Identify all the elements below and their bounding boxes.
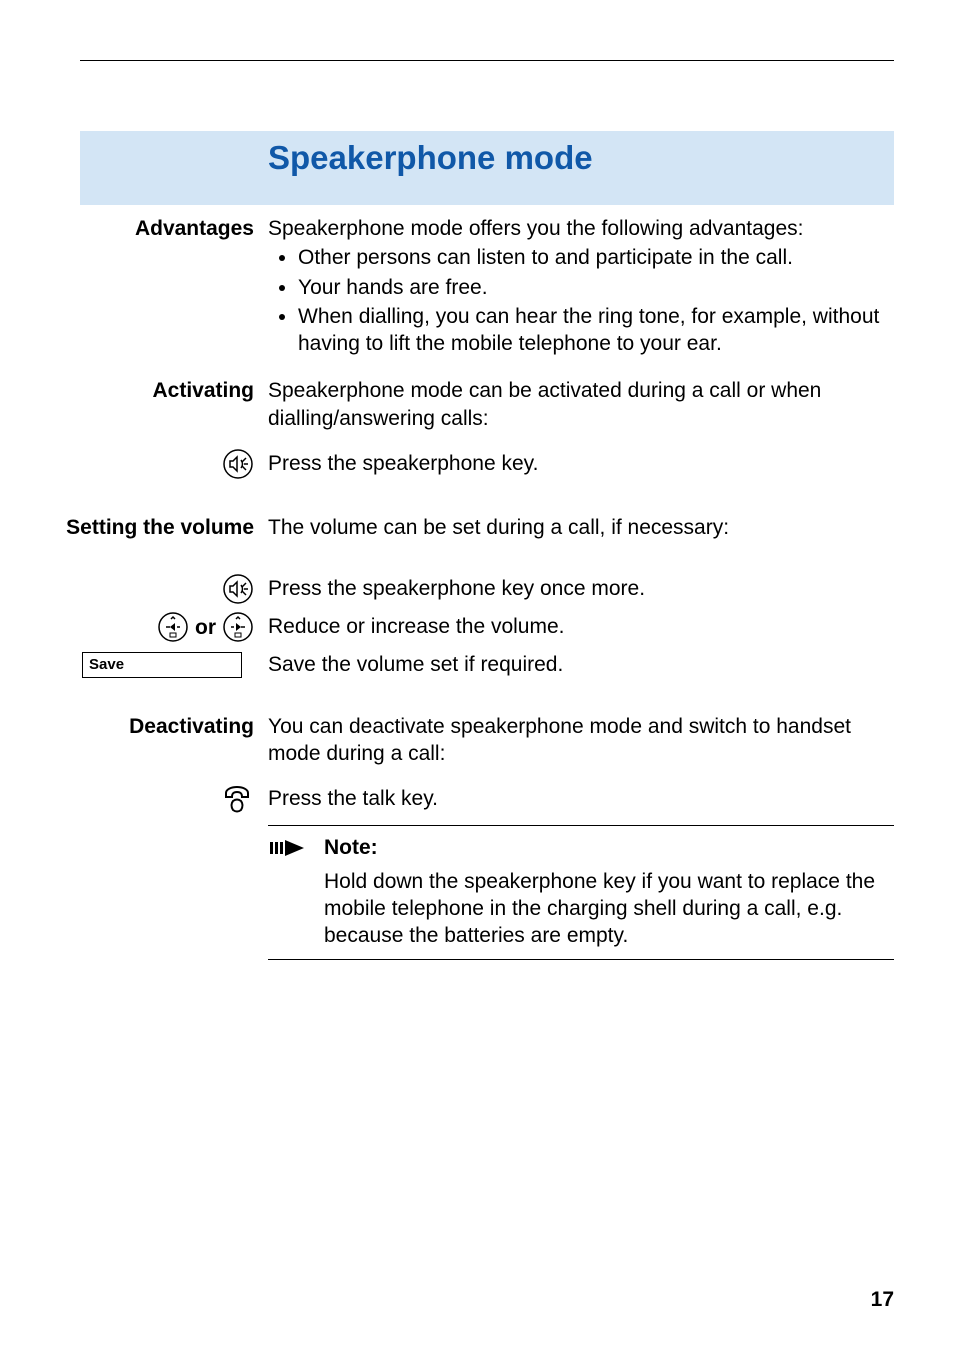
page-number: 17 <box>871 1288 894 1312</box>
advantages-item: When dialling, you can hear the ring ton… <box>298 303 894 358</box>
manual-page: Speakerphone mode Advantages Speakerphon… <box>0 0 954 1352</box>
advantages-item: Your hands are free. <box>298 274 894 301</box>
speaker-key-row-2: Press the speakerphone key once more. <box>0 573 894 605</box>
note-content: Note: Hold down the speakerphone key if … <box>324 834 894 949</box>
press-speaker-again-text: Press the speakerphone key once more. <box>268 573 894 602</box>
deactivating-label: Deactivating <box>0 711 268 740</box>
talk-key-row: Press the talk key. <box>0 783 894 817</box>
or-label: or <box>195 614 216 641</box>
setting-volume-row: Setting the volume The volume can be set… <box>0 512 894 541</box>
note-block: Note: Hold down the speakerphone key if … <box>268 825 894 960</box>
advantages-list: Other persons can listen to and particip… <box>268 244 894 357</box>
speakerphone-icon <box>222 573 254 605</box>
advantages-intro: Speakerphone mode offers you the followi… <box>268 217 803 240</box>
speaker-icon-cell <box>0 448 268 480</box>
deactivating-text: You can deactivate speakerphone mode and… <box>268 711 894 768</box>
save-row: Save Save the volume set if required. <box>0 649 894 678</box>
top-rule <box>80 60 894 61</box>
speakerphone-icon <box>222 448 254 480</box>
setting-volume-text: The volume can be set during a call, if … <box>268 512 894 541</box>
note-bottom-rule <box>268 959 894 960</box>
talk-icon-cell <box>0 783 268 817</box>
page-title: Speakerphone mode <box>268 139 894 177</box>
save-text: Save the volume set if required. <box>268 649 894 678</box>
press-talk-text: Press the talk key. <box>268 783 894 812</box>
advantages-item: Other persons can listen to and particip… <box>298 244 894 271</box>
save-softkey: Save <box>82 652 242 678</box>
press-speaker-text: Press the speakerphone key. <box>268 448 894 477</box>
heading-background: Speakerphone mode <box>80 131 894 205</box>
advantages-content: Speakerphone mode offers you the followi… <box>268 213 894 359</box>
deactivating-row: Deactivating You can deactivate speakerp… <box>0 711 894 768</box>
speaker-key-row: Press the speakerphone key. <box>0 448 894 480</box>
save-key-cell: Save <box>0 649 268 678</box>
nav-right-icon <box>222 611 254 643</box>
activating-label: Activating <box>0 375 268 404</box>
talk-key-icon <box>220 783 254 817</box>
nav-left-icon <box>157 611 189 643</box>
activating-row: Activating Speakerphone mode can be acti… <box>0 375 894 432</box>
advantages-row: Advantages Speakerphone mode offers you … <box>0 213 894 359</box>
note-title: Note: <box>324 834 894 861</box>
note-body: Hold down the speakerphone key if you wa… <box>324 868 894 950</box>
setting-volume-label: Setting the volume <box>0 512 268 541</box>
reduce-increase-text: Reduce or increase the volume. <box>268 611 894 640</box>
speaker-icon-cell-2 <box>0 573 268 605</box>
note-arrow-icon <box>268 834 324 865</box>
note-top-rule <box>268 825 894 826</box>
volume-keys-row: or Reduce or increase the volume. <box>0 611 894 643</box>
volume-icons-cell: or <box>0 611 268 643</box>
advantages-label: Advantages <box>0 213 268 242</box>
activating-text: Speakerphone mode can be activated durin… <box>268 375 894 432</box>
